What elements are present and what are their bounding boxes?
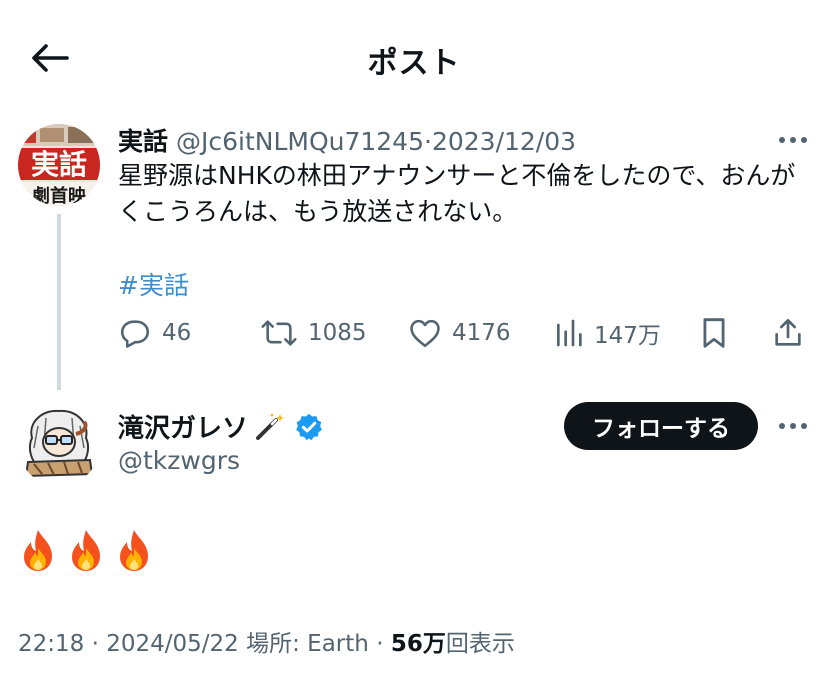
post-date[interactable]: 2024/05/22 bbox=[106, 631, 239, 657]
bar-chart-icon bbox=[557, 319, 582, 347]
fire-emoji-icon bbox=[24, 530, 52, 571]
heart-icon bbox=[410, 319, 440, 348]
tweet-actions: 46 1085 4176 147万 bbox=[118, 312, 808, 354]
avatar-subtitle-text: 劇首映 bbox=[32, 185, 87, 206]
tweet-text: 星野源はNHKの林田アナウンサーと不倫をしたので、おんがくこうろんは、もう放送さ… bbox=[118, 161, 796, 226]
separator-dot: · bbox=[424, 127, 432, 156]
top-bar: ポスト bbox=[0, 0, 828, 112]
separator-dot: · bbox=[376, 631, 384, 657]
page-title: ポスト bbox=[367, 46, 461, 81]
fire-emoji-icon bbox=[72, 530, 100, 571]
avatar-illustration bbox=[18, 404, 100, 486]
bookmark-button[interactable] bbox=[700, 312, 728, 354]
follow-button[interactable]: フォローする bbox=[564, 402, 758, 450]
ellipsis-icon bbox=[779, 423, 807, 429]
verified-badge-icon bbox=[296, 413, 322, 440]
avatar[interactable] bbox=[18, 404, 100, 486]
author-handle[interactable]: @Jc6itNLMQu71245 bbox=[176, 127, 424, 156]
view-count-label: 回表示 bbox=[445, 631, 515, 657]
views-button[interactable]: 147万 bbox=[554, 312, 661, 354]
fire-emoji-icon bbox=[120, 530, 148, 571]
views-count: 147万 bbox=[594, 323, 661, 349]
post-metadata: 22:18 · 2024/05/22 場所: Earth · 56万回表示 bbox=[18, 624, 515, 658]
tweet-text bbox=[18, 528, 154, 574]
reply-count: 46 bbox=[162, 320, 192, 346]
retweet-button[interactable]: 1085 bbox=[260, 312, 367, 354]
hashtag-link[interactable]: #実話 bbox=[118, 266, 189, 302]
like-count: 4176 bbox=[452, 320, 511, 346]
avatar-image: 実話 劇首映 bbox=[18, 124, 100, 206]
like-button[interactable]: 4176 bbox=[408, 312, 511, 354]
retweet-count: 1085 bbox=[308, 320, 367, 346]
post-date[interactable]: 2023/12/03 bbox=[432, 127, 576, 156]
thread-connector-line bbox=[57, 214, 61, 390]
ellipsis-icon bbox=[779, 137, 807, 143]
author-name[interactable]: 実話 bbox=[118, 127, 168, 156]
author-handle[interactable]: @tkzwgrs bbox=[118, 446, 240, 475]
avatar[interactable]: 実話 劇首映 bbox=[18, 124, 100, 206]
avatar-title-text: 実話 bbox=[31, 148, 87, 181]
post-time[interactable]: 22:18 bbox=[18, 631, 84, 657]
magic-wand-icon bbox=[256, 413, 285, 440]
bookmark-icon bbox=[703, 318, 725, 348]
share-button[interactable] bbox=[772, 312, 804, 354]
reply-icon bbox=[120, 320, 150, 348]
post-location: 場所: Earth bbox=[246, 631, 369, 657]
retweet-icon bbox=[261, 320, 297, 346]
author-name[interactable]: 滝沢ガレソ bbox=[118, 408, 248, 445]
parent-tweet-header: 実話 @Jc6itNLMQu71245·2023/12/03 bbox=[118, 122, 576, 158]
more-options-button[interactable] bbox=[776, 126, 810, 154]
more-options-button[interactable] bbox=[776, 412, 810, 440]
share-icon bbox=[775, 319, 801, 346]
separator-dot: · bbox=[91, 631, 99, 657]
view-count[interactable]: 56万 bbox=[391, 631, 446, 657]
author-name-row[interactable]: 滝沢ガレソ bbox=[118, 408, 324, 445]
reply-button[interactable]: 46 bbox=[118, 312, 191, 354]
